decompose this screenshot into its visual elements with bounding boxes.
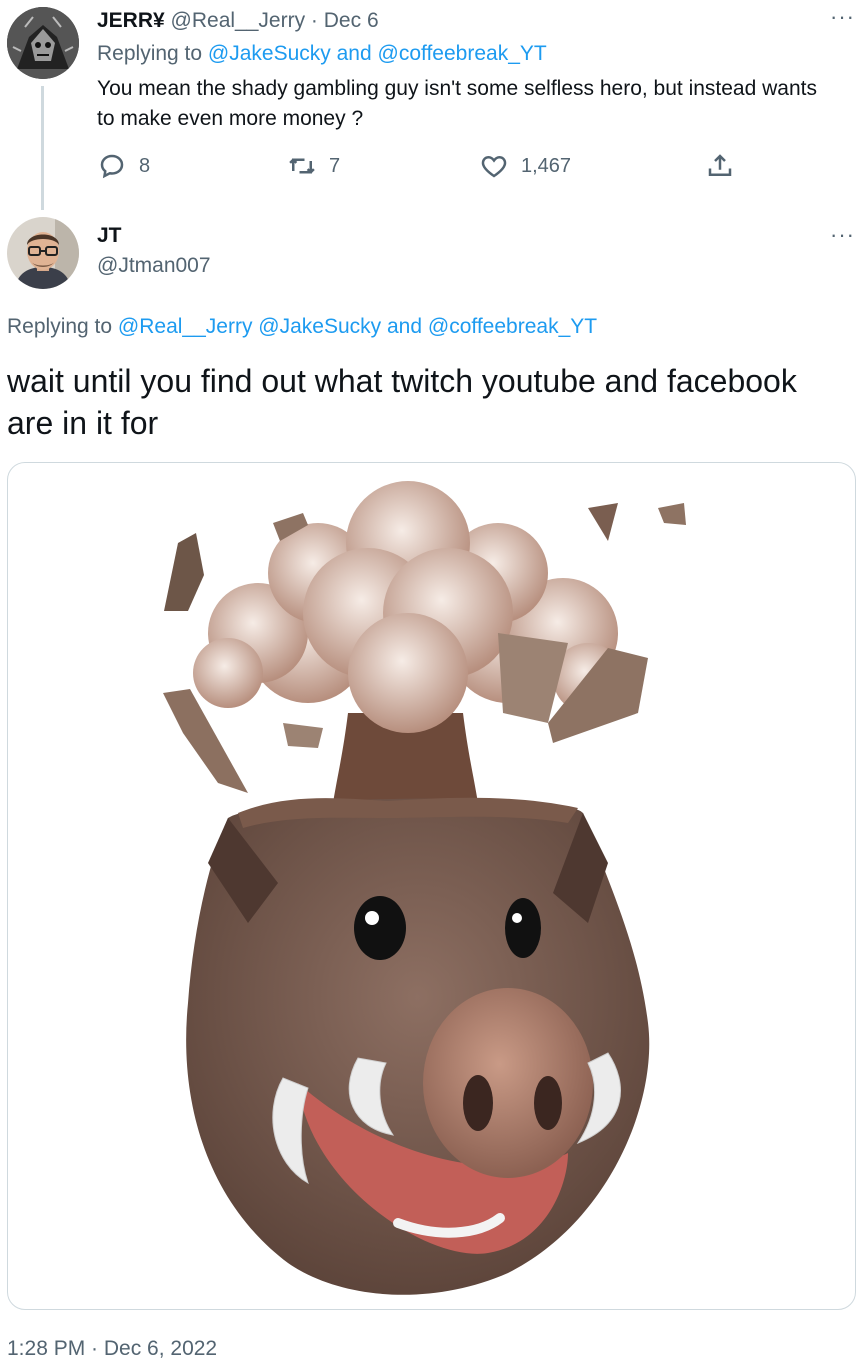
display-name[interactable]: JERR¥ (97, 9, 165, 32)
share-icon (708, 154, 732, 176)
mention-link[interactable]: @coffeebreak_YT (378, 42, 547, 65)
like-count: 1,467 (521, 154, 572, 177)
mention-link[interactable]: @Real__Jerry (118, 315, 253, 338)
reply-button[interactable]: 8 (97, 150, 150, 182)
separator: · (310, 9, 318, 32)
like-button[interactable]: 1,467 (479, 150, 571, 182)
parent-tweet[interactable]: JERR¥ @Real__Jerry · Dec 6 ··· Replying … (0, 0, 862, 210)
mind-blown-boar-icon (163, 481, 686, 1295)
handle[interactable]: @Jtman007 (97, 254, 211, 278)
reply-icon (100, 154, 124, 179)
replying-to: Replying to @JakeSucky and @coffeebreak_… (97, 42, 547, 66)
mention-link[interactable]: @coffeebreak_YT (428, 315, 597, 338)
tweet-actions: 8 7 1,467 (97, 150, 747, 182)
more-icon[interactable]: ··· (830, 6, 855, 28)
heart-icon (481, 155, 507, 178)
replying-prefix: Replying to (7, 315, 113, 338)
replying-and[interactable]: and (387, 315, 422, 338)
retweet-button[interactable]: 7 (287, 150, 340, 182)
share-button[interactable] (705, 150, 735, 182)
retweet-count: 7 (329, 154, 341, 177)
tweet-header: JERR¥ @Real__Jerry · Dec 6 (97, 9, 379, 33)
replying-to: Replying to @Real__Jerry @JakeSucky and … (7, 315, 597, 339)
tweet-media-image[interactable] (7, 462, 856, 1310)
replying-and[interactable]: and (337, 42, 372, 65)
tweet-text: You mean the shady gambling guy isn't so… (97, 77, 817, 130)
more-icon[interactable]: ··· (830, 224, 855, 246)
handle[interactable]: @Real__Jerry (171, 9, 306, 32)
replying-prefix: Replying to (97, 42, 203, 65)
mention-link[interactable]: @JakeSucky (258, 315, 381, 338)
avatar[interactable] (7, 7, 79, 79)
tweet-text: wait until you find out what twitch yout… (7, 363, 797, 441)
mention-link[interactable]: @JakeSucky (208, 42, 331, 65)
display-name[interactable]: JT (97, 224, 122, 248)
reply-count: 8 (139, 154, 151, 177)
tweet-date[interactable]: Dec 6 (324, 9, 379, 32)
focused-tweet: JT @Jtman007 ··· Replying to @Real__Jerr… (0, 210, 862, 1367)
avatar[interactable] (7, 217, 79, 289)
retweet-icon (289, 158, 315, 174)
tweet-timestamp[interactable]: 1:28 PM · Dec 6, 2022 (7, 1337, 217, 1361)
thread-line (41, 86, 44, 210)
